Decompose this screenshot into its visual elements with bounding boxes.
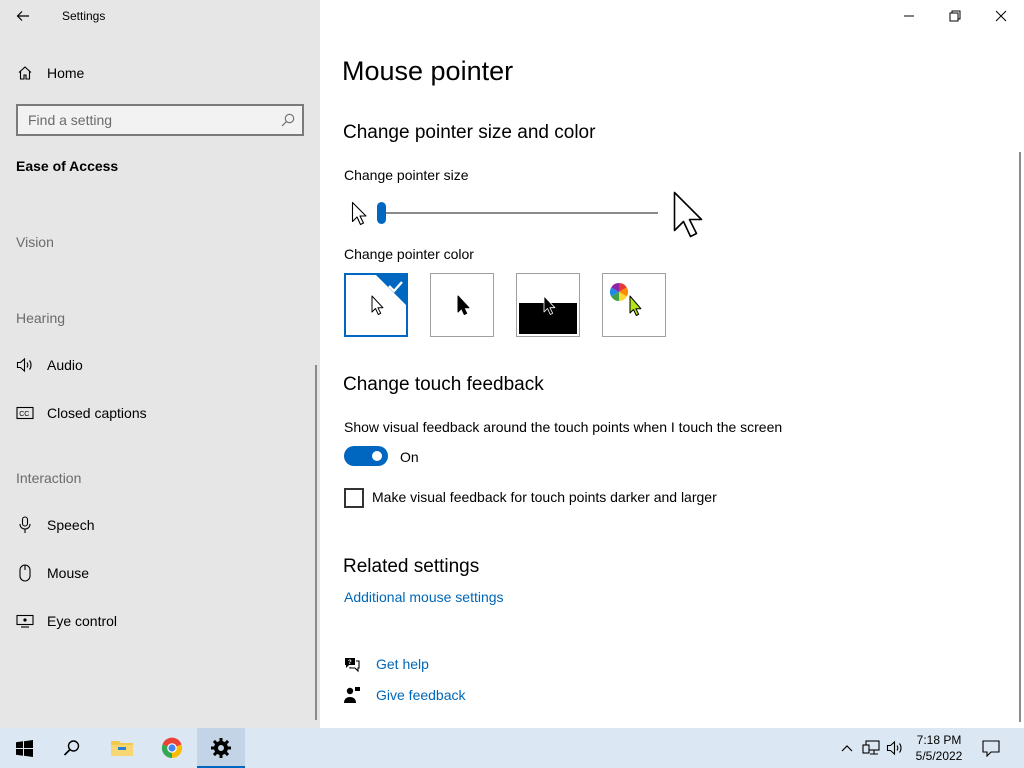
notifications-button[interactable] — [978, 728, 1004, 768]
eye-control-icon — [16, 612, 34, 630]
sidebar-item-label: Eye control — [47, 613, 118, 629]
search-icon — [63, 740, 80, 756]
settings-taskbar-button[interactable] — [197, 728, 245, 768]
pointer-color-white-option[interactable] — [344, 273, 408, 337]
group-label-vision: Vision — [16, 234, 54, 250]
sidebar-item-label: Mouse — [47, 565, 90, 581]
darker-feedback-label: Make visual feedback for touch points da… — [372, 489, 717, 505]
pointer-size-slider-thumb[interactable] — [377, 202, 386, 224]
settings-icon — [211, 738, 231, 758]
sidebar-item-speech[interactable]: Speech — [0, 505, 320, 545]
chevron-up-icon — [841, 745, 853, 752]
back-arrow-icon — [16, 11, 29, 21]
svg-text:CC: CC — [19, 411, 29, 418]
color-wheel-icon — [609, 283, 629, 301]
file-explorer-icon — [111, 741, 133, 756]
taskbar-search-button[interactable] — [48, 728, 96, 768]
volume-button[interactable] — [884, 728, 906, 768]
pointer-size-label: Change pointer size — [344, 167, 469, 183]
give-feedback-link[interactable]: Give feedback — [376, 687, 466, 703]
network-button[interactable] — [860, 728, 882, 768]
pointer-section-heading: Change pointer size and color — [343, 122, 596, 143]
give-feedback-icon — [343, 686, 361, 704]
pointer-color-inverted-option[interactable] — [516, 273, 580, 337]
sidebar: Settings Home Ease of Access Vision Hear… — [0, 0, 320, 728]
pointer-color-black-option[interactable] — [430, 273, 494, 337]
sidebar-item-label: Home — [47, 65, 85, 81]
minimize-icon — [904, 15, 914, 17]
clock-time: 7:18 PM — [916, 733, 962, 747]
group-label-interaction: Interaction — [16, 470, 82, 486]
page-title: Mouse pointer — [342, 56, 514, 86]
related-settings-heading: Related settings — [343, 556, 480, 577]
large-pointer-icon — [673, 191, 703, 238]
section-heading: Ease of Access — [16, 158, 119, 174]
touch-section-heading: Change touch feedback — [343, 374, 544, 395]
notification-icon — [982, 739, 1000, 757]
main-scrollbar[interactable] — [1019, 152, 1021, 722]
file-explorer-button[interactable] — [98, 728, 146, 768]
search-box[interactable] — [16, 104, 304, 136]
closed-captions-icon: CC — [16, 404, 34, 422]
back-button[interactable] — [8, 2, 38, 30]
pointer-size-slider-track[interactable] — [382, 212, 658, 214]
close-button[interactable] — [978, 0, 1024, 32]
sidebar-item-label: Audio — [47, 357, 83, 373]
start-button[interactable] — [0, 728, 48, 768]
sidebar-item-audio[interactable]: Audio — [0, 345, 320, 385]
svg-text:?: ? — [348, 660, 352, 666]
sidebar-item-eye-control[interactable]: Eye control — [0, 601, 320, 641]
touch-feedback-label: Show visual feedback around the touch po… — [344, 419, 783, 435]
start-icon — [15, 739, 33, 757]
sidebar-item-label: Closed captions — [47, 405, 147, 421]
taskbar: 7:18 PM 5/5/2022 — [0, 728, 1024, 768]
chrome-icon — [161, 737, 183, 759]
minimize-button[interactable] — [886, 0, 932, 32]
darker-feedback-checkbox[interactable] — [344, 488, 364, 508]
home-icon — [16, 64, 34, 82]
sidebar-scrollbar[interactable] — [315, 365, 317, 720]
clock[interactable]: 7:18 PM 5/5/2022 — [906, 732, 972, 764]
toggle-knob — [372, 451, 382, 461]
sidebar-item-label: Speech — [47, 517, 95, 533]
chrome-button[interactable] — [148, 728, 196, 768]
mouse-icon — [16, 564, 34, 582]
sidebar-item-closed-captions[interactable]: CC Closed captions — [0, 393, 320, 433]
network-icon — [862, 740, 880, 755]
group-label-hearing: Hearing — [16, 310, 66, 326]
restore-icon — [949, 10, 961, 22]
sidebar-item-mouse[interactable]: Mouse — [0, 553, 320, 593]
app-title: Settings — [62, 9, 106, 23]
additional-mouse-settings-link[interactable]: Additional mouse settings — [344, 589, 504, 605]
search-input[interactable] — [18, 106, 268, 134]
small-pointer-icon — [351, 201, 367, 226]
get-help-icon: ? — [343, 655, 361, 673]
microphone-icon — [16, 516, 34, 534]
search-icon[interactable] — [280, 112, 296, 128]
toggle-state-label: On — [400, 449, 419, 465]
speaker-icon — [16, 356, 34, 374]
pointer-color-label: Change pointer color — [344, 246, 474, 262]
get-help-link[interactable]: Get help — [376, 656, 429, 672]
clock-date: 5/5/2022 — [915, 749, 963, 763]
restore-button[interactable] — [932, 0, 978, 32]
volume-icon — [886, 740, 902, 756]
close-icon — [995, 10, 1007, 22]
show-hidden-icons-button[interactable] — [838, 728, 856, 768]
touch-feedback-toggle[interactable] — [344, 446, 388, 466]
sidebar-item-home[interactable]: Home — [0, 53, 320, 93]
pointer-color-custom-option[interactable] — [602, 273, 666, 337]
